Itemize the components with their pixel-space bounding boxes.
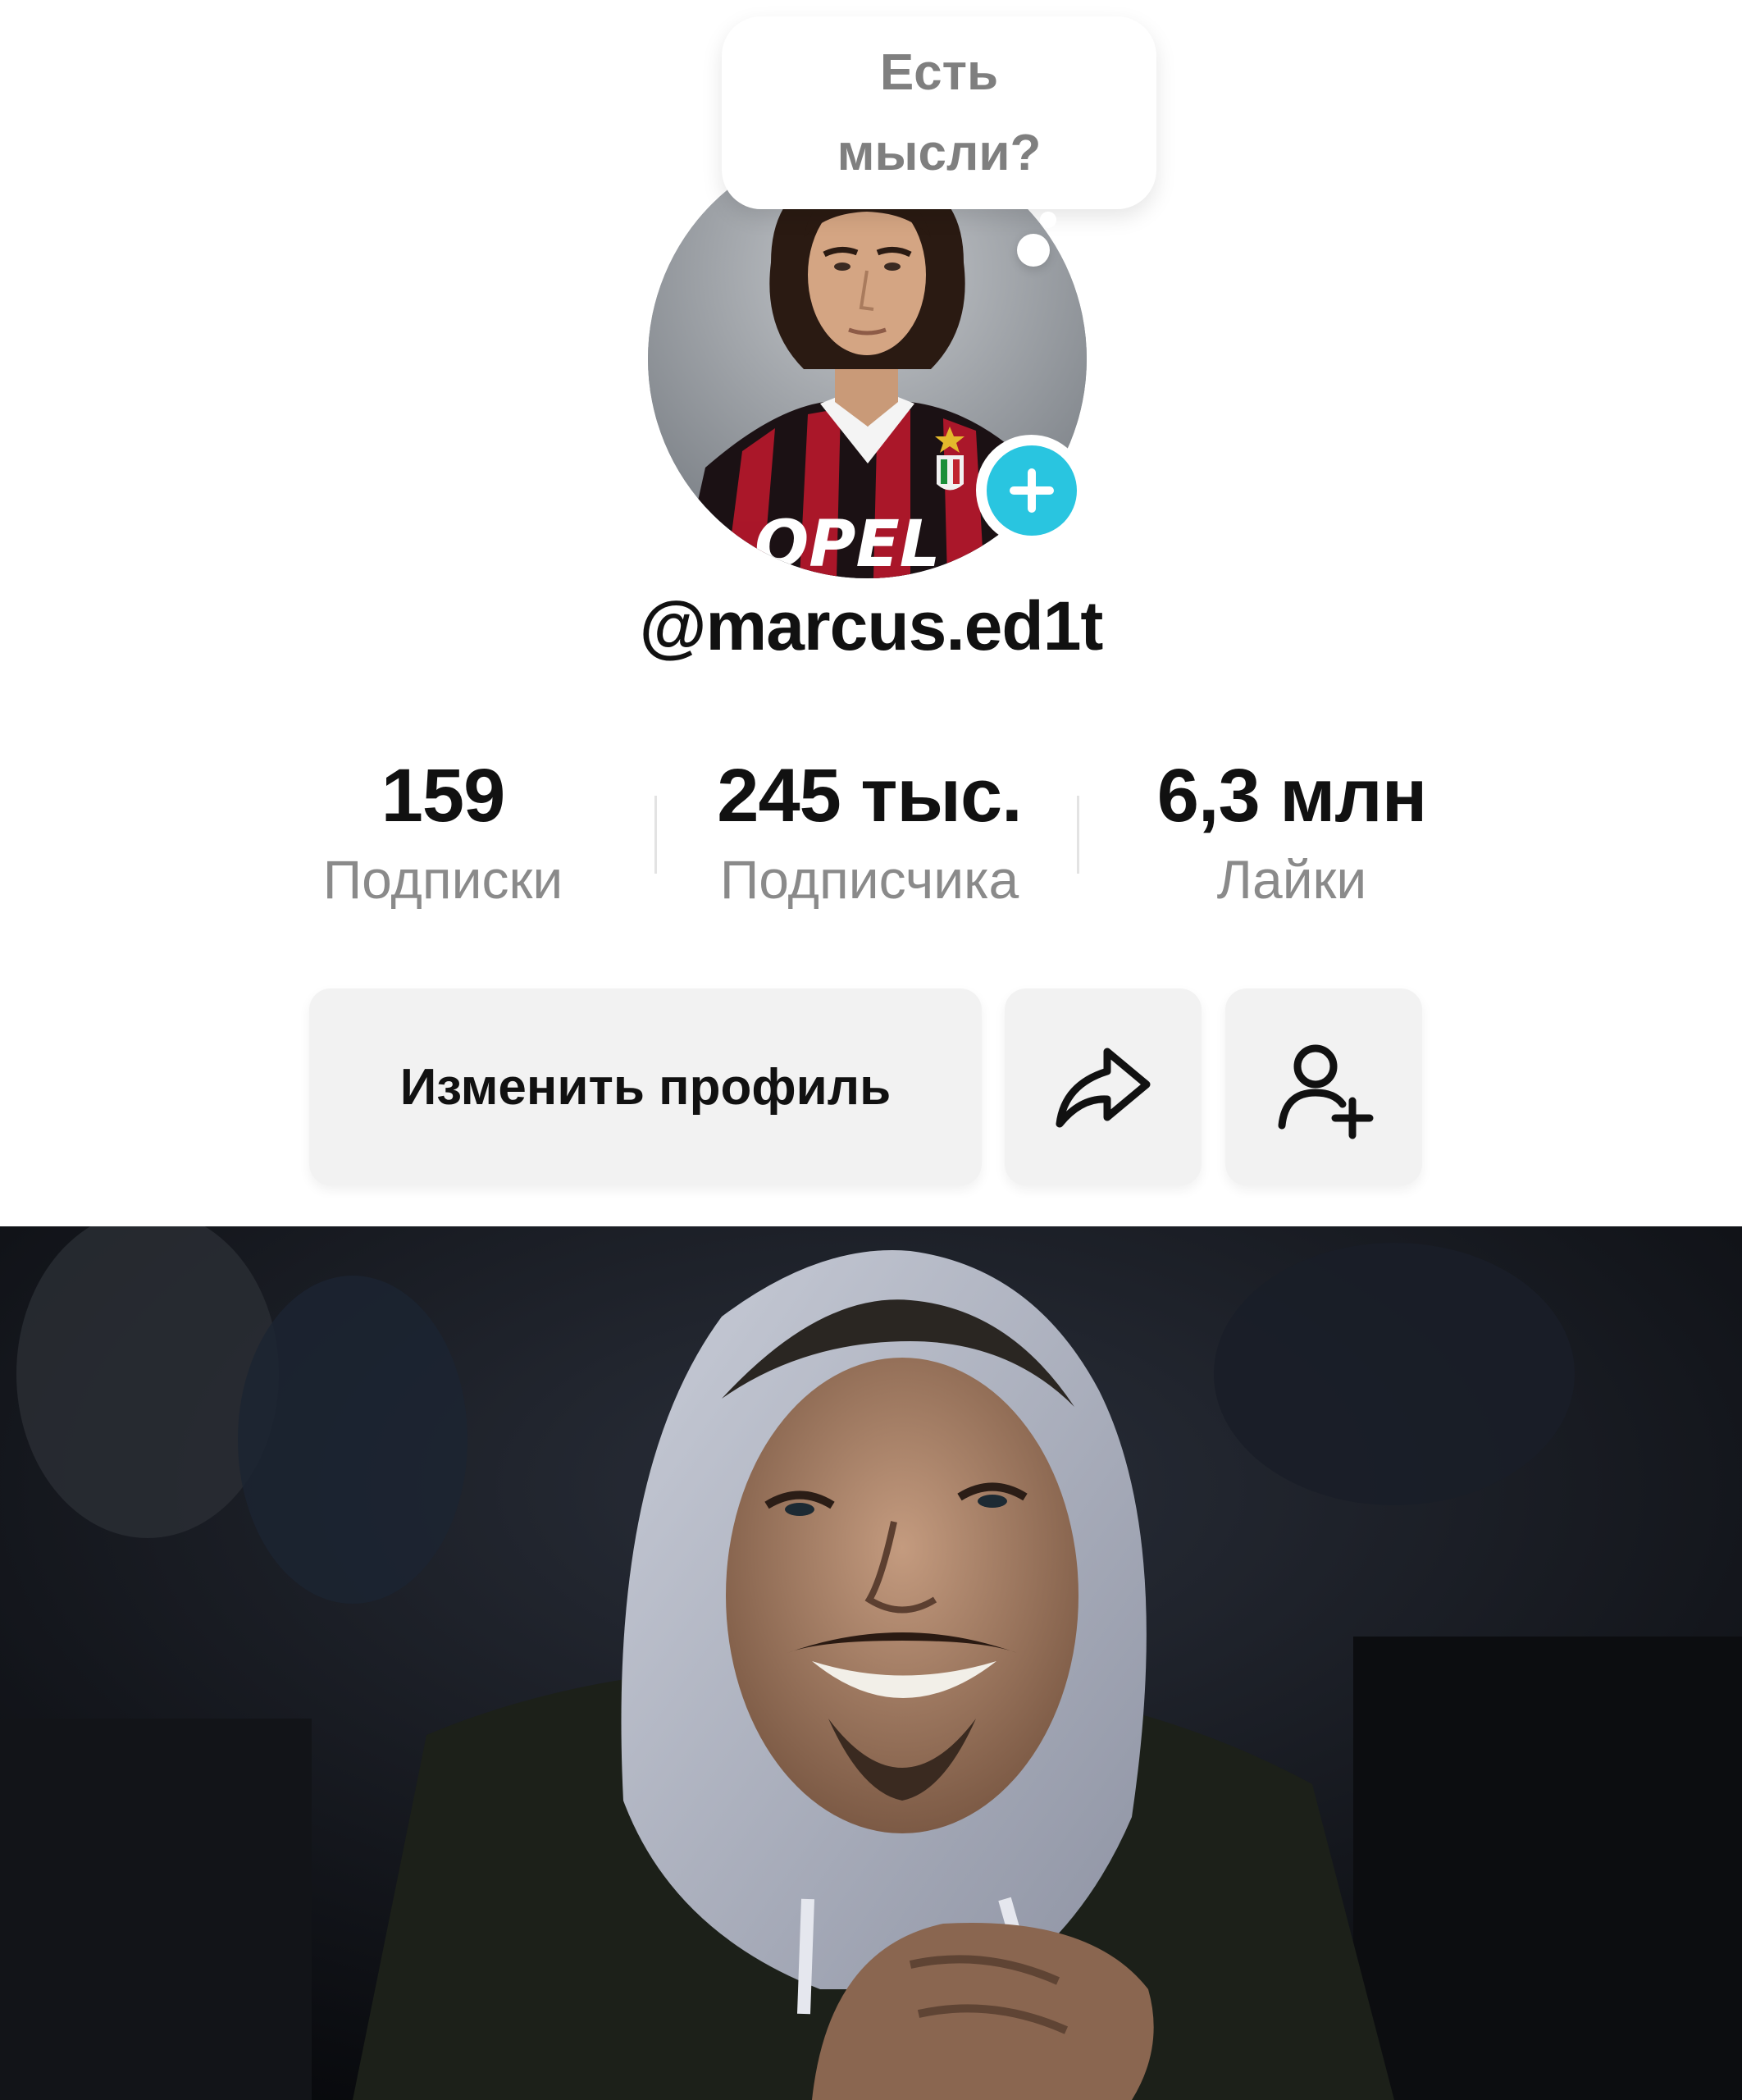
stat-divider xyxy=(654,796,657,874)
following-label: Подписки xyxy=(322,849,563,910)
add-friend-button[interactable] xyxy=(1225,988,1422,1185)
stat-likes[interactable]: 6,3 млн Лайки xyxy=(1103,751,1480,916)
share-arrow-icon xyxy=(1056,1048,1151,1128)
likes-count: 6,3 млн xyxy=(1156,754,1428,838)
profile-panel: OPEL Есть мысли? @marcus.ed1t 159 Подпис… xyxy=(0,0,1742,1226)
jersey-sponsor-text: OPEL xyxy=(755,508,940,578)
followers-label: Подписчика xyxy=(719,849,1019,910)
stat-following[interactable]: 159 Подписки xyxy=(254,751,632,916)
smiling-man-photo xyxy=(0,1226,1742,2100)
share-profile-button[interactable] xyxy=(1005,988,1202,1185)
followers-count: 245 тыс. xyxy=(717,754,1022,838)
thought-bubble-line1: Есть xyxy=(879,43,999,101)
reaction-photo xyxy=(0,1226,1742,2100)
add-story-button[interactable] xyxy=(976,435,1087,546)
thought-bubble-line2: мысли? xyxy=(837,124,1042,181)
stat-followers[interactable]: 245 тыс. Подписчика xyxy=(681,751,1058,916)
stat-divider xyxy=(1077,796,1079,874)
username: @marcus.ed1t xyxy=(639,587,1104,664)
edit-profile-button[interactable]: Изменить профиль xyxy=(309,988,982,1185)
add-person-icon xyxy=(1278,1044,1374,1139)
following-count: 159 xyxy=(381,754,506,838)
likes-label: Лайки xyxy=(1216,849,1367,910)
thought-bubble[interactable]: Есть мысли? xyxy=(722,16,1156,209)
plus-icon xyxy=(986,445,1077,536)
thought-bubble-tail xyxy=(1017,234,1050,267)
thought-bubble-tail-small xyxy=(1040,212,1056,228)
